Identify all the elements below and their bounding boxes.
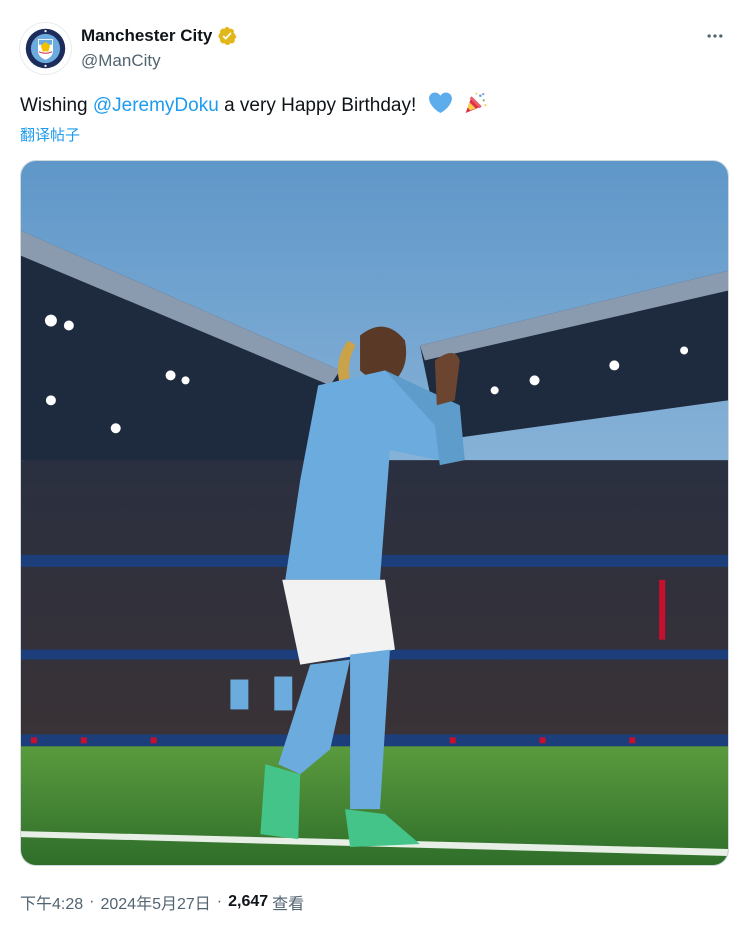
separator-dot: · xyxy=(216,893,223,910)
tweet-photo[interactable] xyxy=(20,160,729,866)
tweet-text-prefix: Wishing xyxy=(20,95,93,116)
author-avatar[interactable] xyxy=(20,23,71,74)
gold-verified-badge-icon xyxy=(218,26,237,45)
tweet-date[interactable]: 2024年5月27日 xyxy=(100,890,210,914)
views-count[interactable]: 2,647 xyxy=(228,893,268,911)
tweet-text: Wishing @JeremyDoku a very Happy Birthda… xyxy=(20,91,730,120)
author-display-name[interactable]: Manchester City xyxy=(81,26,212,46)
stadium-photo xyxy=(21,161,728,865)
blue-heart-emoji xyxy=(428,92,452,113)
man-city-crest-icon xyxy=(22,25,69,72)
author-handle[interactable]: @ManCity xyxy=(81,51,161,71)
translate-post-link[interactable]: 翻译帖子 xyxy=(20,124,80,145)
tweet-text-suffix: a very Happy Birthday! xyxy=(218,95,417,116)
more-horizontal-icon xyxy=(707,34,723,38)
more-options-button[interactable] xyxy=(700,22,730,50)
separator-dot: · xyxy=(89,893,95,910)
tweet-header: Manchester City @ManCity xyxy=(20,20,730,76)
mention-link[interactable]: @JeremyDoku xyxy=(93,95,219,116)
tweet-time[interactable]: 下午4:28 xyxy=(20,890,83,914)
tweet-meta: 下午4:28 · 2024年5月27日 · 2,647 查看 xyxy=(20,890,304,914)
party-popper-emoji xyxy=(465,92,487,113)
views-label: 查看 xyxy=(272,896,305,913)
